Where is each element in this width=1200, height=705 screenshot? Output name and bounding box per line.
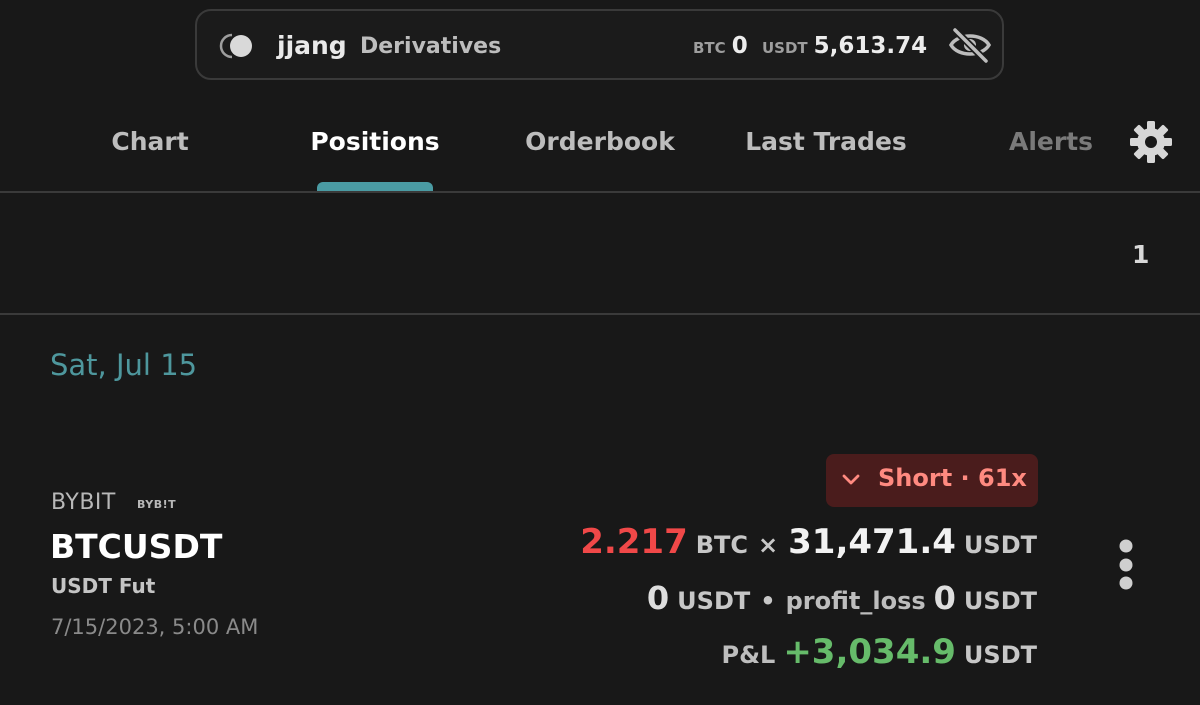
market-type: USDT Fut (51, 574, 156, 598)
chevron-down-icon (842, 474, 860, 485)
tab-positions[interactable]: Positions (310, 127, 439, 156)
balance-btc: BTC 0 (693, 33, 748, 59)
pnl-value: +3,034.9 (783, 632, 956, 672)
value-unit: USDT (677, 587, 751, 615)
pnl-row: P&L +3,034.9 USDT (712, 632, 1038, 672)
positions-count: 1 (1132, 240, 1150, 269)
section-divider (0, 313, 1200, 315)
more-vertical-icon[interactable] (1113, 537, 1139, 597)
tab-chart[interactable]: Chart (111, 127, 188, 156)
tab-divider (0, 191, 1200, 193)
position-symbol: BTCUSDT (50, 527, 223, 566)
tab-last-trades[interactable]: Last Trades (745, 127, 907, 156)
exchange-logo: BYB!T (137, 498, 177, 511)
balance-currency: BTC (693, 39, 726, 57)
gear-icon[interactable] (1129, 120, 1173, 164)
date-header: Sat, Jul 15 (50, 348, 198, 382)
balance-value: 0 (731, 33, 748, 59)
tab-alerts[interactable]: Alerts (1009, 127, 1093, 156)
pnl-unit: USDT (963, 641, 1037, 669)
size-price-row: 2.217 BTC × 31,471.4 USDT (580, 522, 1037, 562)
entry-price: 31,471.4 (788, 522, 956, 562)
side-leverage-label: Short · 61x (878, 464, 1027, 492)
position-value: 0 (646, 579, 670, 617)
exchange-name: BYBIT (51, 490, 116, 515)
times-symbol: × (758, 531, 779, 559)
side-leverage-badge: Short · 61x (826, 454, 1038, 507)
price-unit: USDT (963, 531, 1037, 559)
pnl-label: P&L (721, 641, 776, 669)
tab-orderbook[interactable]: Orderbook (525, 127, 675, 156)
account-type: Derivatives (360, 34, 502, 59)
tab-bar: Chart Positions Orderbook Last Trades Al… (0, 100, 1200, 192)
profit-loss-value: 0 (933, 579, 956, 617)
position-timestamp: 7/15/2023, 5:00 AM (51, 615, 259, 639)
account-selector[interactable]: jjang Derivatives BTC 0 USDT 5,613.74 (195, 9, 1004, 80)
toggle-icon (219, 33, 252, 59)
profit-loss-label: profit_loss (785, 587, 926, 615)
eye-off-icon[interactable] (948, 25, 992, 65)
balance-value: 5,613.74 (813, 33, 928, 59)
account-username: jjang (277, 31, 347, 60)
separator-dot: • (760, 587, 776, 615)
balance-usdt: USDT 5,613.74 (762, 33, 927, 59)
quantity-unit: BTC (695, 531, 749, 559)
position-quantity: 2.217 (580, 522, 688, 562)
profit-loss-unit: USDT (963, 587, 1037, 615)
value-row: 0 USDT • profit_loss 0 USDT (647, 579, 1037, 617)
balance-currency: USDT (762, 39, 808, 57)
